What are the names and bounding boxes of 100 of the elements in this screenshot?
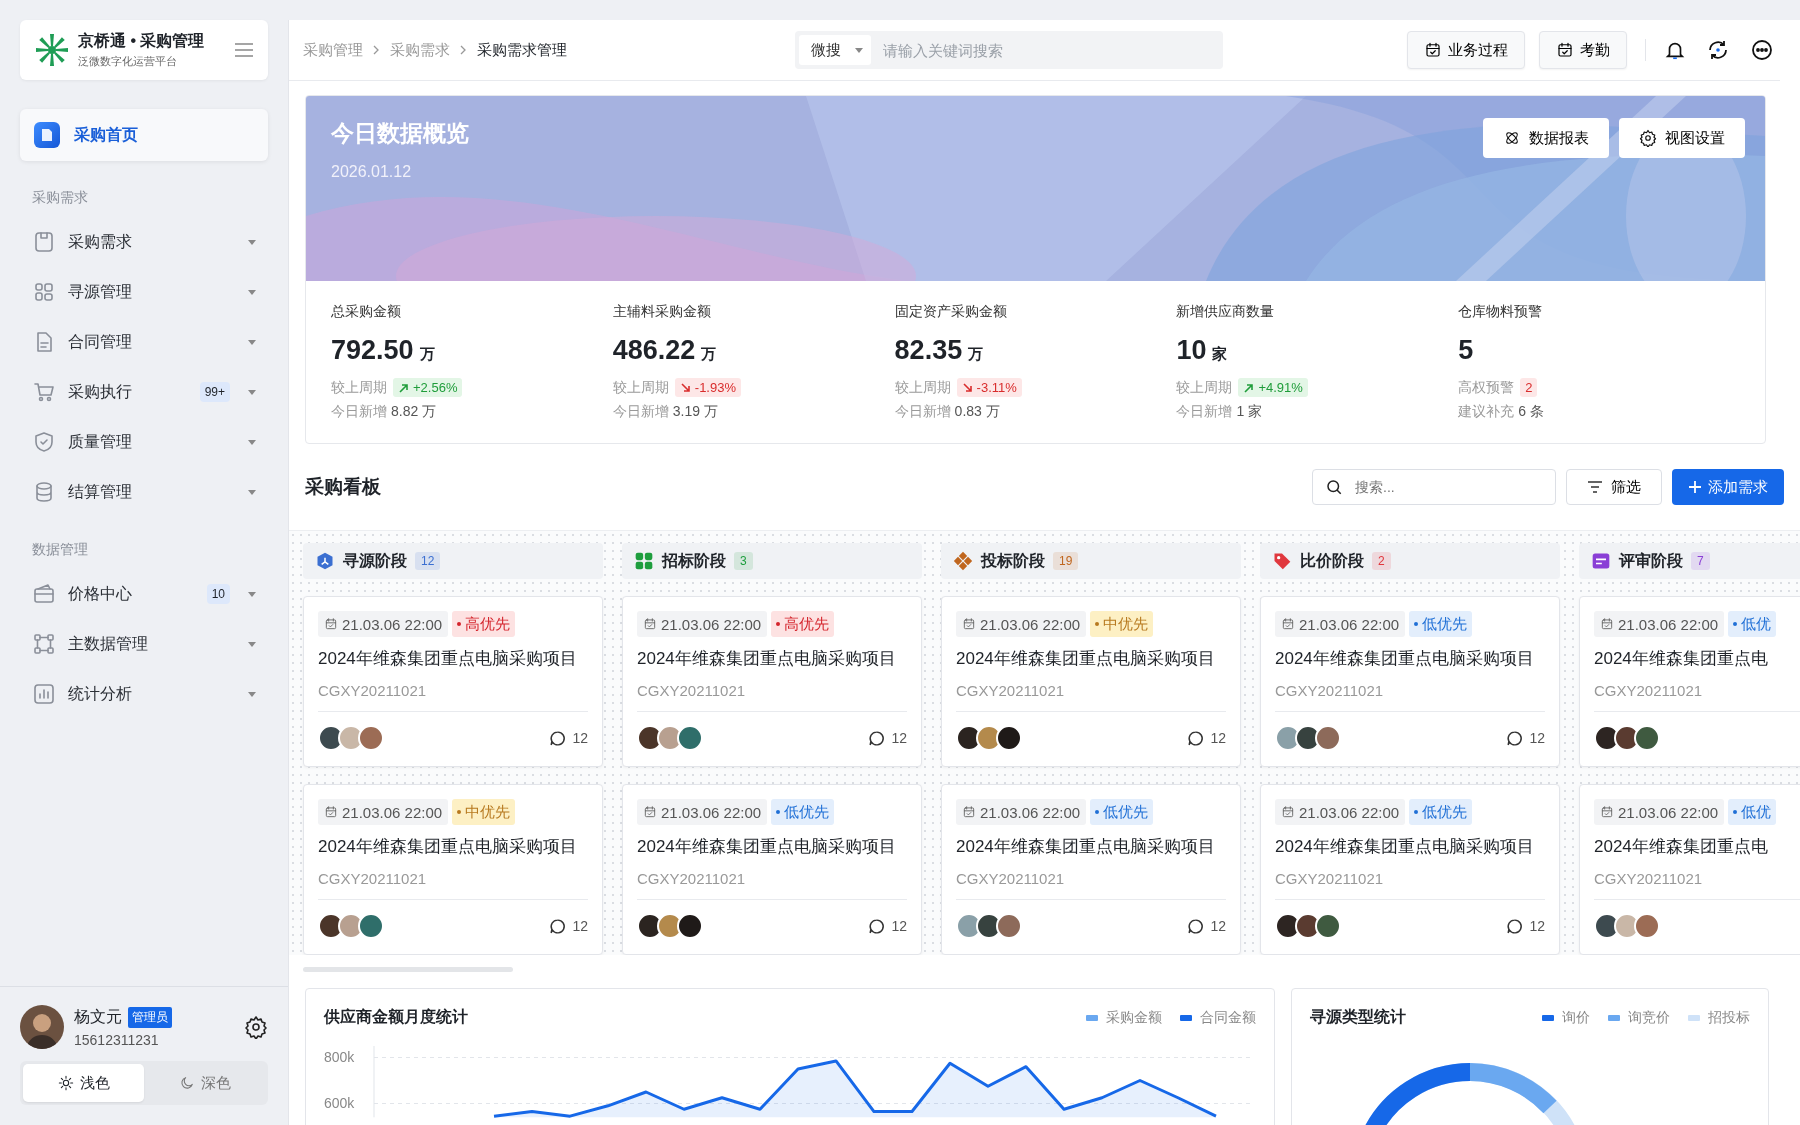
card-title: 2024年维森集团重点电 (1594, 648, 1769, 670)
caret-icon (248, 289, 256, 295)
filter-button[interactable]: 筛选 (1566, 469, 1662, 505)
banner-button[interactable]: 数据报表 (1483, 118, 1609, 158)
priority-tag: 低优 (1728, 611, 1777, 637)
nav-item[interactable]: 价格中心 10 (20, 569, 268, 619)
calendar-icon (643, 617, 657, 631)
search-field[interactable]: 微搜 请输入关键词搜索 (795, 31, 1223, 69)
search-icon (1325, 478, 1343, 496)
stat-unit: 万 (701, 345, 717, 364)
column-title: 投标阶段 (981, 550, 1045, 571)
card-title: 2024年维森集团重点电脑采购项目 (637, 836, 897, 858)
comment-count: 12 (1210, 730, 1226, 746)
calendar-icon (1600, 617, 1614, 631)
sub-label: 今日新增 (894, 403, 951, 421)
breadcrumb-link[interactable]: 采购需求管理 (477, 40, 567, 60)
priority-tag: 高优先 (452, 611, 516, 637)
date-text: 21.03.06 22:00 (342, 615, 443, 633)
task-card[interactable]: 21.03.06 22:00 低优先 2024年维森集团重点电脑采购项目 CGXY20211021 12 (1260, 784, 1560, 955)
calendar-icon (1556, 41, 1574, 59)
card-code: CGXY20211021 (1275, 682, 1385, 699)
sub-value: 0.83 万 (954, 403, 1000, 421)
card-code: CGXY20211021 (318, 870, 428, 887)
date-text: 21.03.06 22:00 (1618, 803, 1719, 821)
comment-icon (549, 917, 567, 935)
card-code: CGXY20211021 (637, 682, 747, 699)
priority-tag: 低优先 (771, 799, 835, 825)
calendar-icon (962, 617, 976, 631)
search-input[interactable]: 请输入关键词搜索 (881, 40, 1219, 60)
task-card[interactable]: 21.03.06 22:00 低优先 2024年维森集团重点电脑采购项目 CGXY20211021 12 (1260, 596, 1560, 767)
avatar (996, 913, 1022, 939)
theme-toggle[interactable]: 深色 (144, 1064, 265, 1102)
count-badge: 19 (1053, 552, 1079, 570)
section-label: 采购需求 (32, 189, 89, 207)
toolbar-button[interactable]: 考勤 (1539, 31, 1627, 69)
count-badge: 3 (734, 552, 753, 570)
task-card[interactable]: 21.03.06 22:00 高优先 2024年维森集团重点电脑采购项目 CGXY20211021 12 (303, 596, 603, 767)
nodes-icon (32, 632, 56, 656)
task-card[interactable]: 21.03.06 22:00 低优 2024年维森集团重点电 CGXY20211021 (1579, 784, 1800, 955)
caret-icon (248, 239, 256, 245)
nav-item[interactable]: 质量管理 (20, 417, 268, 467)
nav-item[interactable]: 合同管理 (20, 317, 268, 367)
count-badge: 2 (1372, 552, 1391, 570)
avatar (1634, 725, 1660, 751)
toolbar-button[interactable]: 业务过程 (1407, 31, 1525, 69)
task-card[interactable]: 21.03.06 22:00 中优先 2024年维森集团重点电脑采购项目 CGXY20211021 12 (941, 596, 1241, 767)
compare-label: 较上周期 (612, 378, 669, 397)
nav-item[interactable]: 采购执行 99+ (20, 367, 268, 417)
comment-count: 12 (572, 918, 588, 934)
task-card[interactable]: 21.03.06 22:00 低优先 2024年维森集团重点电脑采购项目 CGXY20211021 12 (941, 784, 1241, 955)
avatar (1315, 725, 1341, 751)
nav-item[interactable]: 统计分析 (20, 669, 268, 719)
task-card[interactable]: 21.03.06 22:00 低优先 2024年维森集团重点电脑采购项目 CGXY20211021 12 (622, 784, 922, 955)
nav-item[interactable]: 主数据管理 (20, 619, 268, 669)
task-card[interactable]: 21.03.06 22:00 中优先 2024年维森集团重点电脑采购项目 CGXY20211021 12 (303, 784, 603, 955)
change-badge: +4.91% (1238, 378, 1308, 397)
comment-icon (549, 729, 567, 747)
date-text: 21.03.06 22:00 (980, 615, 1081, 633)
nav-item[interactable]: 寻源管理 (20, 267, 268, 317)
stat-label: 固定资产采购金额 (894, 303, 1008, 321)
refresh-icon[interactable] (1706, 38, 1730, 62)
comment-icon (1187, 917, 1205, 935)
stat-unit: 万 (968, 345, 984, 364)
column-title: 评审阶段 (1619, 550, 1683, 571)
comment-icon (1506, 729, 1524, 747)
more-icon[interactable] (1750, 38, 1774, 62)
chevron-icon (373, 45, 380, 55)
banner-button[interactable]: 视图设置 (1619, 118, 1745, 158)
nav-item[interactable]: 采购首页 (20, 109, 268, 161)
count-badge: 99+ (199, 382, 230, 402)
bar-chart-icon (32, 682, 56, 706)
card-title: 2024年维森集团重点电 (1594, 836, 1769, 858)
task-card[interactable]: 21.03.06 22:00 低优 2024年维森集团重点电 CGXY20211021 (1579, 596, 1800, 767)
stat-unit: 万 (419, 345, 435, 364)
scrollbar[interactable] (303, 967, 513, 972)
search-field[interactable]: 搜索... (1312, 469, 1556, 505)
date-text: 21.03.06 22:00 (342, 803, 443, 821)
priority-tag: 中优先 (452, 799, 516, 825)
moon-icon (178, 1075, 195, 1091)
calendar-icon (324, 805, 338, 819)
axis-label: 600k (324, 1095, 355, 1112)
nav-item[interactable]: 结算管理 (20, 467, 268, 517)
stat-value: 486.22 (612, 335, 696, 366)
nav-item[interactable]: 采购需求 (20, 217, 268, 267)
stat-label: 总采购金额 (331, 303, 402, 321)
filter-icon (1587, 480, 1603, 494)
scope-dropdown[interactable]: 微搜 (799, 35, 871, 65)
add-button[interactable]: 添加需求 (1672, 469, 1784, 505)
priority-tag: 低优先 (1409, 799, 1473, 825)
date-text: 21.03.06 22:00 (1299, 615, 1400, 633)
stat-value: 5 (1458, 335, 1474, 366)
theme-toggle[interactable]: 浅色 (23, 1064, 144, 1102)
comment-count: 12 (572, 730, 588, 746)
task-card[interactable]: 21.03.06 22:00 高优先 2024年维森集团重点电脑采购项目 CGXY20211021 12 (622, 596, 922, 767)
card-title: 2024年维森集团重点电脑采购项目 (318, 648, 578, 670)
role-badge: 管理员 (128, 1006, 172, 1028)
sub-value: 1 家 (1236, 403, 1263, 421)
brand-subtitle: 泛微数字化运营平台 (78, 54, 178, 69)
stat-value: 82.35 (894, 335, 963, 366)
avatar (358, 913, 384, 939)
